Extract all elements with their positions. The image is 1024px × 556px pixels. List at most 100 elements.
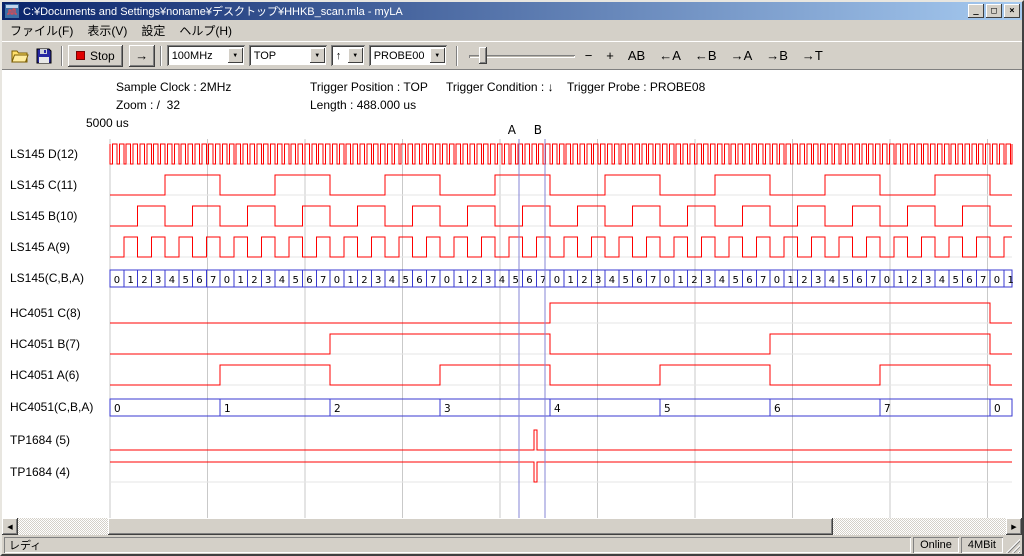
svg-text:1: 1 (457, 275, 463, 286)
svg-text:4: 4 (939, 275, 945, 286)
sample-rate-combo[interactable]: 100MHz ▼ (167, 45, 245, 66)
svg-text:3: 3 (705, 275, 711, 286)
jump-left-a-button[interactable]: ←A (655, 46, 685, 65)
svg-text:5: 5 (732, 275, 738, 286)
svg-text:2: 2 (251, 275, 257, 286)
trigger-edge-combo[interactable]: ↑ ▼ (331, 45, 365, 66)
horizontal-scrollbar[interactable]: ◀ ▶ (2, 518, 1022, 535)
svg-text:1: 1 (787, 275, 793, 286)
svg-text:0: 0 (884, 275, 890, 286)
marker-B[interactable]: B (534, 123, 545, 518)
svg-text:4: 4 (389, 275, 395, 286)
stop-icon (76, 51, 85, 60)
stop-button[interactable]: Stop (68, 45, 123, 67)
scrollbar-track[interactable] (18, 518, 1006, 535)
svg-text:2: 2 (581, 275, 587, 286)
waveform-channel-5 (110, 303, 1012, 323)
marker-A[interactable]: A (508, 123, 519, 518)
svg-text:7: 7 (320, 275, 326, 286)
toolbar-separator (61, 46, 63, 66)
waveform-channel-6 (110, 334, 1012, 354)
zoom-in-button[interactable]: + (602, 46, 618, 65)
titlebar[interactable]: C:¥Documents and Settings¥noname¥デスクトップ¥… (2, 2, 1022, 20)
scroll-left-icon[interactable]: ◀ (2, 518, 18, 535)
svg-text:0: 0 (224, 275, 230, 286)
app-icon (4, 4, 20, 18)
svg-text:7: 7 (980, 275, 986, 286)
svg-text:1: 1 (677, 275, 683, 286)
svg-text:6: 6 (636, 275, 642, 286)
waveform-channel-3 (110, 237, 1012, 257)
menu-item-view[interactable]: 表示(V) (80, 20, 134, 41)
svg-text:0: 0 (774, 275, 780, 286)
svg-text:1: 1 (567, 275, 573, 286)
run-button[interactable]: → (129, 45, 155, 67)
jump-right-b-button[interactable]: →B (762, 46, 792, 65)
chevron-down-icon[interactable]: ▼ (310, 48, 325, 63)
svg-text:7: 7 (884, 403, 891, 415)
app-window: C:¥Documents and Settings¥noname¥デスクトップ¥… (0, 0, 1024, 556)
close-button[interactable]: × (1004, 4, 1020, 18)
maximize-button[interactable]: □ (986, 4, 1002, 18)
svg-text:0: 0 (334, 275, 340, 286)
statusbar: レディ Online 4MBit (2, 535, 1022, 554)
zoom-out-button[interactable]: − (581, 46, 597, 65)
window-title: C:¥Documents and Settings¥noname¥デスクトップ¥… (23, 3, 966, 19)
svg-text:7: 7 (650, 275, 656, 286)
waveform-channel-9 (110, 430, 1012, 450)
save-file-button[interactable] (32, 44, 56, 68)
chevron-down-icon[interactable]: ▼ (228, 48, 243, 63)
slider-thumb[interactable] (479, 47, 487, 64)
svg-text:1: 1 (347, 275, 353, 286)
minimize-button[interactable]: _ (968, 4, 984, 18)
resize-grip[interactable] (1005, 537, 1020, 553)
waveform-channel-2 (110, 206, 1012, 226)
waveform-display[interactable]: 0123456701234567012345670123456701234567… (2, 70, 1022, 518)
channel-label-0[interactable]: LS145 D(12) (10, 146, 78, 162)
svg-text:2: 2 (911, 275, 917, 286)
chevron-down-icon[interactable]: ▼ (348, 48, 363, 63)
channel-label-7[interactable]: HC4051 A(6) (10, 367, 79, 383)
channel-label-4[interactable]: LS145(C,B,A) (10, 270, 84, 286)
scrollbar-thumb[interactable] (108, 518, 833, 535)
channel-label-6[interactable]: HC4051 B(7) (10, 336, 80, 352)
svg-text:6: 6 (856, 275, 862, 286)
trigger-probe-combo[interactable]: PROBE00 ▼ (369, 45, 447, 66)
menu-item-file[interactable]: ファイル(F) (3, 20, 80, 41)
svg-text:4: 4 (279, 275, 285, 286)
channel-label-10[interactable]: TP1684 (4) (10, 464, 70, 480)
jump-right-a-button[interactable]: →A (727, 46, 757, 65)
chevron-down-icon[interactable]: ▼ (430, 48, 445, 63)
channel-label-2[interactable]: LS145 B(10) (10, 208, 77, 224)
svg-text:0: 0 (994, 275, 1000, 286)
floppy-disk-icon (36, 48, 52, 64)
trigger-position-combo[interactable]: TOP ▼ (249, 45, 327, 66)
waveform-channel-7 (110, 365, 1012, 385)
trigger-position-value: TOP (251, 50, 310, 62)
channel-label-1[interactable]: LS145 C(11) (10, 177, 77, 193)
svg-text:7: 7 (760, 275, 766, 286)
waveform-channel-10 (110, 462, 1012, 482)
marker-ab-button[interactable]: AB (624, 46, 649, 65)
channel-label-8[interactable]: HC4051(C,B,A) (10, 399, 93, 415)
svg-text:1: 1 (224, 403, 231, 415)
channel-label-5[interactable]: HC4051 C(8) (10, 305, 81, 321)
svg-text:3: 3 (815, 275, 821, 286)
scroll-right-icon[interactable]: ▶ (1006, 518, 1022, 535)
svg-text:6: 6 (966, 275, 972, 286)
jump-left-b-button[interactable]: ←B (691, 46, 721, 65)
svg-text:3: 3 (265, 275, 271, 286)
jump-trigger-button[interactable]: →T (798, 46, 827, 65)
open-file-button[interactable] (8, 44, 32, 68)
channel-label-9[interactable]: TP1684 (5) (10, 432, 70, 448)
channel-label-3[interactable]: LS145 A(9) (10, 239, 70, 255)
toolbar-separator (456, 46, 458, 66)
svg-text:5: 5 (512, 275, 518, 286)
menu-item-help[interactable]: ヘルプ(H) (172, 20, 239, 41)
svg-text:7: 7 (430, 275, 436, 286)
waveform-channel-4: 0123456701234567012345670123456701234567… (110, 270, 1014, 287)
svg-text:2: 2 (471, 275, 477, 286)
zoom-slider[interactable] (467, 44, 577, 68)
svg-text:2: 2 (141, 275, 147, 286)
menu-item-settings[interactable]: 設定 (134, 20, 172, 41)
